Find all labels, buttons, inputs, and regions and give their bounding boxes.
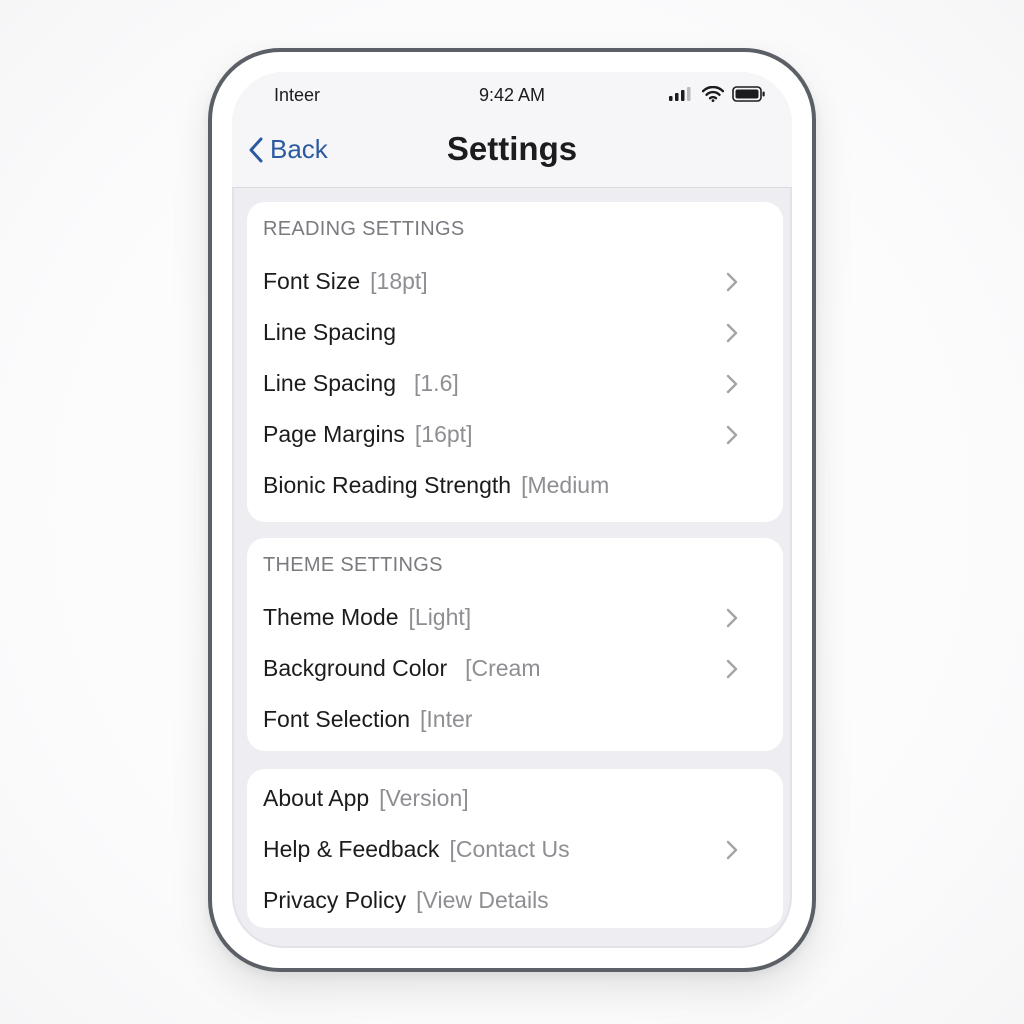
screen: Inteer 9:42 AM Back Settings READING SET… (232, 72, 792, 948)
section-header-theme: THEME SETTINGS (263, 554, 443, 576)
battery-icon (732, 86, 765, 102)
row-help-feedback[interactable]: Help & Feedback [Contact Us (263, 824, 767, 875)
row-page-margins[interactable]: Page Margins [16pt] (263, 409, 767, 460)
row-about-app[interactable]: About App [Version] (263, 773, 767, 824)
about-card: About App [Version] Help & Feedback [Con… (247, 769, 783, 928)
chevron-right-icon (726, 425, 738, 444)
row-value: [18pt] (370, 268, 428, 294)
row-label: Bionic Reading Strength (263, 472, 512, 498)
row-label: Help & Feedback (263, 836, 440, 862)
row-label: Background Color (263, 655, 448, 681)
row-label: Privacy Policy (263, 887, 407, 913)
row-value: [Medium (521, 472, 610, 498)
phone-frame: Inteer 9:42 AM Back Settings READING SET… (208, 48, 816, 972)
reading-settings-card: READING SETTINGS Font Size [18pt] Line S… (247, 202, 783, 522)
row-line-spacing-value[interactable]: Line Spacing [1.6] (263, 358, 767, 409)
row-background-color[interactable]: Background Color [Cream (263, 643, 767, 694)
chevron-right-icon (726, 608, 738, 627)
row-label: Page Margins (263, 421, 405, 447)
page-title: Settings (446, 130, 578, 167)
row-label: Line Spacing (263, 319, 396, 345)
row-value: [Inter (420, 706, 473, 732)
row-value: [Contact Us (449, 836, 570, 862)
row-value: [16pt] (414, 421, 473, 447)
row-label: Font Selection (263, 706, 411, 732)
row-value: [Cream (465, 655, 541, 681)
chevron-right-icon (726, 374, 738, 393)
row-font-selection[interactable]: Font Selection [Inter (263, 694, 767, 745)
row-value: [1.6] (414, 370, 459, 396)
chevron-right-icon (726, 840, 738, 859)
theme-settings-card: THEME SETTINGS Theme Mode [Light] Backgr… (247, 538, 783, 751)
row-label: Font Size (263, 268, 361, 294)
header: Inteer 9:42 AM Back Settings (232, 72, 792, 188)
row-label: Theme Mode (263, 604, 399, 630)
chevron-right-icon (726, 272, 738, 291)
row-bionic-reading-strength[interactable]: Bionic Reading Strength [Medium (263, 460, 767, 511)
row-line-spacing[interactable]: Line Spacing (263, 307, 767, 358)
row-label: Line Spacing (263, 370, 396, 396)
row-font-size[interactable]: Font Size [18pt] (263, 256, 767, 307)
signal-icon (669, 87, 691, 101)
row-value: [Version] (379, 785, 469, 811)
chevron-right-icon (726, 323, 738, 342)
row-value: [View Details (416, 887, 549, 913)
stage: Inteer 9:42 AM Back Settings READING SET… (0, 0, 1024, 1024)
section-header-reading: READING SETTINGS (263, 218, 465, 240)
row-privacy-policy[interactable]: Privacy Policy [View Details (263, 875, 767, 926)
row-label: About App (263, 785, 370, 811)
row-value: [Light] (408, 604, 472, 630)
status-icons (668, 86, 766, 102)
wifi-icon (702, 86, 724, 102)
chevron-right-icon (726, 659, 738, 678)
row-theme-mode[interactable]: Theme Mode [Light] (263, 592, 767, 643)
